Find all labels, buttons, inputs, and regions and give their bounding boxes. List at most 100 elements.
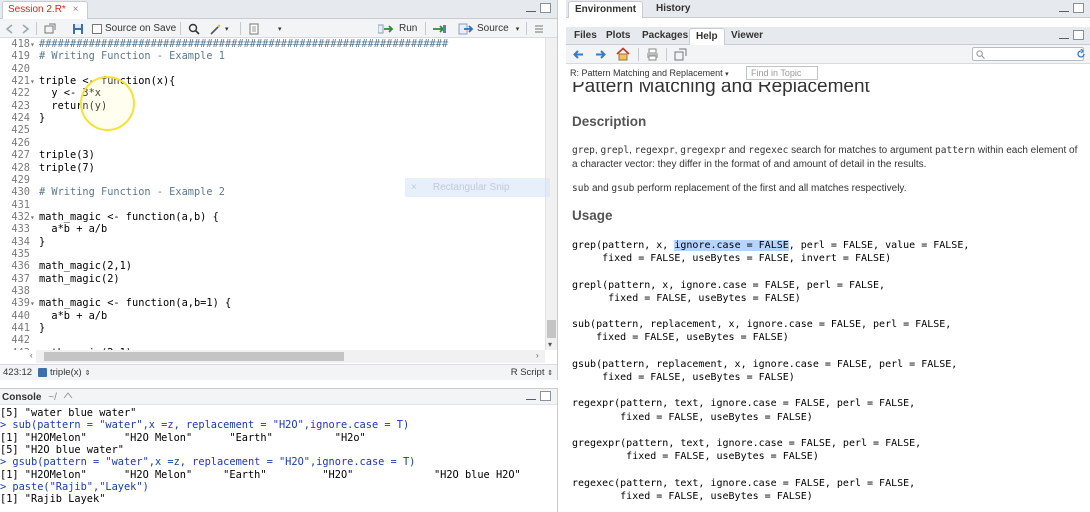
more-options-dropdown[interactable]: ▾: [278, 21, 282, 36]
code-line[interactable]: 420: [0, 63, 545, 75]
tab-packages[interactable]: Packages: [636, 28, 694, 45]
maximize-pane-icon[interactable]: [1073, 3, 1084, 13]
code-line[interactable]: 440 a*b + a/b: [0, 310, 545, 322]
help-page-title: Pattern Matching and Replacement: [572, 82, 870, 97]
tab-viewer[interactable]: Viewer: [725, 28, 769, 45]
code-line[interactable]: 428 triple(7): [0, 162, 545, 174]
code-line[interactable]: 421▾ triple <- function(x){: [0, 75, 545, 87]
rerun-button[interactable]: [431, 21, 447, 36]
code-line[interactable]: 433 a*b + a/b: [0, 223, 545, 235]
console-output-line: [5] "H2O blue water": [0, 443, 124, 456]
tab-files-label: Files: [574, 30, 597, 41]
usage-heading: Usage: [572, 208, 613, 223]
scrollbar-thumb[interactable]: [44, 352, 344, 361]
source-on-save-toggle[interactable]: Source on Save: [92, 21, 176, 36]
maximize-pane-icon[interactable]: [540, 3, 551, 13]
console-working-dir[interactable]: ~/: [48, 392, 57, 403]
find-in-topic-input[interactable]: Find in Topic: [746, 66, 818, 80]
code-text: math_magic(2,1): [39, 260, 132, 273]
code-line[interactable]: 419 # Writing Function - Example 1: [0, 50, 545, 62]
compile-report-button[interactable]: [248, 21, 260, 36]
code-line[interactable]: 418▾ ####################################…: [0, 38, 545, 50]
usage-code-line: fixed = FALSE, useBytes = FALSE): [572, 292, 801, 305]
arrow-back-icon[interactable]: [4, 23, 16, 35]
code-line[interactable]: 442: [0, 334, 545, 346]
code-line[interactable]: 434}: [0, 236, 545, 248]
code-line[interactable]: 438: [0, 285, 545, 297]
source-on-save-checkbox[interactable]: [92, 23, 102, 34]
code-text: a*b + a/b: [39, 309, 108, 322]
source-button[interactable]: Source ▾: [458, 21, 519, 36]
usage-code-line: fixed = FALSE, useBytes = FALSE): [572, 450, 819, 463]
popout-window-icon[interactable]: [674, 48, 687, 61]
editor-horizontal-scrollbar[interactable]: ‹ ›: [30, 350, 545, 363]
usage-text: regexec(pattern, text, ignore.case = FAL…: [572, 477, 916, 489]
back-forward-buttons[interactable]: [4, 21, 31, 36]
console-input-line: > paste("Rajib","Layek"): [0, 480, 149, 493]
usage-code-line: grep(pattern, x, ignore.case = FALSE, pe…: [572, 239, 969, 252]
console-input-line: > gsub(pattern = "water",x =z, replaceme…: [0, 456, 416, 469]
code-line[interactable]: 427 triple(3): [0, 149, 545, 161]
scroll-down-icon[interactable]: ▾: [548, 340, 552, 349]
refresh-icon[interactable]: [1076, 49, 1086, 59]
line-number: 428: [11, 161, 30, 174]
help-document[interactable]: Pattern Matching and Replacement Descrip…: [566, 82, 1090, 512]
maximize-pane-icon[interactable]: [540, 391, 551, 401]
code-line[interactable]: 441}: [0, 322, 545, 334]
usage-text: sub(pattern, replacement, x, ignore.case…: [572, 319, 952, 331]
function-navigator[interactable]: triple(x) ⇕: [38, 367, 91, 378]
scroll-right-icon[interactable]: ›: [536, 351, 539, 360]
help-back-icon[interactable]: [572, 48, 585, 61]
source-label: Source: [477, 23, 509, 34]
usage-code-line: fixed = FALSE, useBytes = FALSE): [572, 331, 789, 344]
code-line[interactable]: 426: [0, 137, 545, 149]
code-line[interactable]: 439▾ math_magic <- function(a,b=1) {: [0, 297, 545, 309]
tab-history-label: History: [656, 3, 691, 14]
code-line[interactable]: 425: [0, 124, 545, 136]
goto-directory-icon[interactable]: [63, 391, 73, 400]
code-line[interactable]: 435: [0, 248, 545, 260]
code-line[interactable]: 432▾ math_magic <- function(a,b) {: [0, 211, 545, 223]
close-tab-icon[interactable]: ×: [73, 4, 79, 15]
run-label: Run: [399, 23, 418, 34]
help-topic-label: R: Pattern Matching and Replacement: [570, 68, 723, 78]
minimize-pane-icon[interactable]: [526, 9, 536, 12]
help-topic-dropdown[interactable]: R: Pattern Matching and Replacement ▾: [570, 68, 729, 78]
minimize-pane-icon[interactable]: [1059, 36, 1069, 39]
file-type-selector[interactable]: R Script ⇕: [511, 367, 553, 378]
maximize-pane-icon[interactable]: [1073, 30, 1084, 40]
minimize-pane-icon[interactable]: [1059, 9, 1069, 12]
inline-code: gregexpr: [680, 145, 726, 156]
scrollbar-thumb[interactable]: [547, 320, 556, 338]
tab-plots[interactable]: Plots: [600, 28, 636, 45]
code-line[interactable]: 437 math_magic(2): [0, 273, 545, 285]
environment-tabbar: Environment History: [566, 0, 1090, 18]
line-number: 420: [11, 62, 30, 75]
usage-code-line: fixed = FALSE, useBytes = FALSE): [572, 411, 813, 424]
code-tools-button[interactable]: ▾: [210, 21, 229, 36]
help-search-input[interactable]: [972, 47, 1084, 61]
toolbar-separator: [666, 48, 667, 61]
show-in-window-button[interactable]: [44, 21, 56, 36]
save-button[interactable]: [72, 21, 84, 36]
help-forward-icon[interactable]: [594, 48, 607, 61]
document-outline-button[interactable]: [533, 21, 545, 36]
tab-history[interactable]: History: [650, 1, 696, 18]
find-replace-button[interactable]: [188, 21, 200, 36]
search-icon: [188, 23, 200, 35]
run-button[interactable]: Run: [378, 21, 417, 36]
code-line[interactable]: 431: [0, 199, 545, 211]
tab-environment[interactable]: Environment: [568, 1, 644, 18]
tab-files[interactable]: Files: [568, 28, 603, 45]
chevron-down-icon: ▾: [515, 25, 520, 33]
arrow-forward-icon[interactable]: [19, 23, 31, 35]
home-icon[interactable]: [616, 47, 630, 61]
usage-code-line: fixed = FALSE, useBytes = FALSE): [572, 490, 813, 503]
tab-help[interactable]: Help: [689, 28, 725, 45]
minimize-pane-icon[interactable]: [526, 397, 536, 400]
code-line[interactable]: 436 math_magic(2,1): [0, 260, 545, 272]
tab-session-2[interactable]: Session 2.R* ×: [2, 1, 88, 19]
print-icon[interactable]: [646, 48, 659, 61]
console-header: Console ~/: [0, 389, 557, 405]
scroll-left-icon[interactable]: ‹: [30, 351, 33, 360]
